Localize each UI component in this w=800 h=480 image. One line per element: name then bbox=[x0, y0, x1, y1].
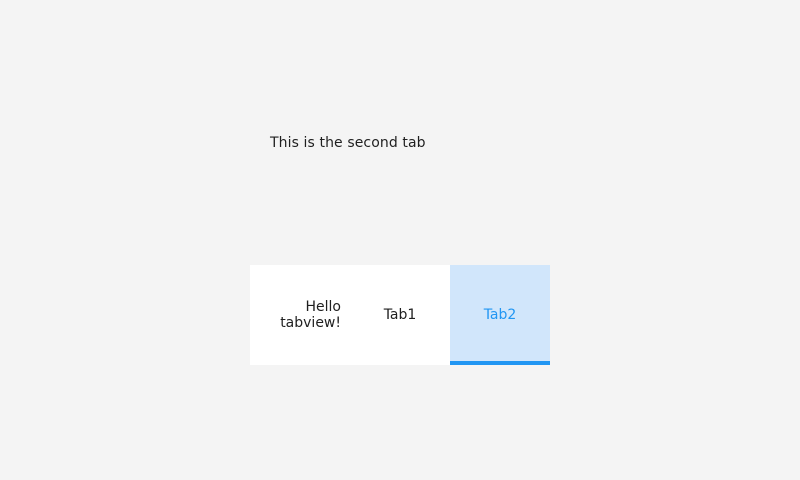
tab-tab2-label: Tab2 bbox=[483, 307, 517, 323]
tab-tab1[interactable]: Tab1 bbox=[350, 265, 450, 365]
tab-hello-tabview-label: Hello tabview! bbox=[280, 299, 341, 331]
tabview-screen: This is the second tab Hello tabview! Ta… bbox=[0, 0, 800, 480]
tab-hello-tabview[interactable]: Hello tabview! bbox=[250, 265, 350, 365]
tab-content-text: This is the second tab bbox=[270, 135, 426, 151]
tab-tab2[interactable]: Tab2 bbox=[450, 265, 550, 365]
tab-tab1-label: Tab1 bbox=[383, 307, 417, 323]
tab-bar: Hello tabview! Tab1 Tab2 bbox=[250, 265, 550, 365]
